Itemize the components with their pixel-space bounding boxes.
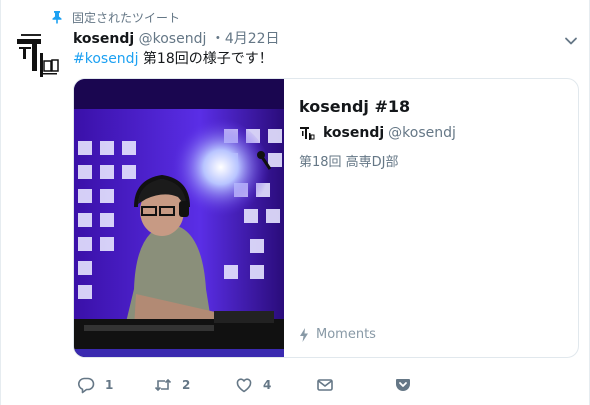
card-author[interactable]: kosendj @kosendj [299,125,456,141]
retweet-button[interactable]: 2 [154,376,190,394]
like-button[interactable]: 4 [235,376,271,394]
retweet-count: 2 [182,378,191,392]
moments-label: Moments [299,327,376,342]
like-count: 4 [263,378,272,392]
moment-card[interactable]: kosendj #18 kosendj @kosendj 第18回 高専DJ部 [73,78,579,358]
envelope-icon [317,379,333,391]
tweet-actions: 1 2 4 [73,376,493,398]
tweet-date[interactable]: 4月22日 [225,31,280,47]
pocket-icon [396,379,410,391]
pin-icon [50,10,64,24]
card-author-handle: @kosendj [388,125,456,141]
avatar[interactable] [14,31,62,79]
pinned-label: 固定されたツイート [72,10,181,25]
separator: ・ [210,31,225,47]
display-name[interactable]: kosendj [73,31,134,47]
card-image [74,79,284,357]
reply-icon [78,377,95,394]
pocket-button[interactable] [394,376,422,394]
lightning-icon [299,327,309,342]
tweet-body: 第18回の様子です！ [138,51,273,67]
pinned-tweet-indicator: 固定されたツイート [50,9,180,25]
reply-button[interactable]: 1 [77,376,113,394]
card-description: 第18回 高専DJ部 [299,155,399,170]
reply-count: 1 [105,378,114,392]
tweet-container[interactable]: 固定されたツイート kosendj @kosendj ・4月22日 #kosen… [0,0,590,405]
card-author-name: kosendj [323,125,385,141]
heart-icon [236,378,252,393]
hashtag-link[interactable]: #kosendj [73,51,138,67]
retweet-icon [154,378,172,392]
card-body[interactable]: kosendj #18 kosendj @kosendj 第18回 高専DJ部 [284,79,578,357]
tweet-header: kosendj @kosendj ・4月22日 [73,30,280,48]
user-handle[interactable]: @kosendj [139,31,207,47]
chevron-down-icon[interactable] [564,33,578,47]
author-avatar-icon [299,125,315,141]
direct-message-button[interactable] [316,376,344,394]
moments-text: Moments [316,327,376,342]
tweet-text: #kosendj 第18回の様子です！ [73,50,273,68]
card-title[interactable]: kosendj #18 [299,97,410,116]
